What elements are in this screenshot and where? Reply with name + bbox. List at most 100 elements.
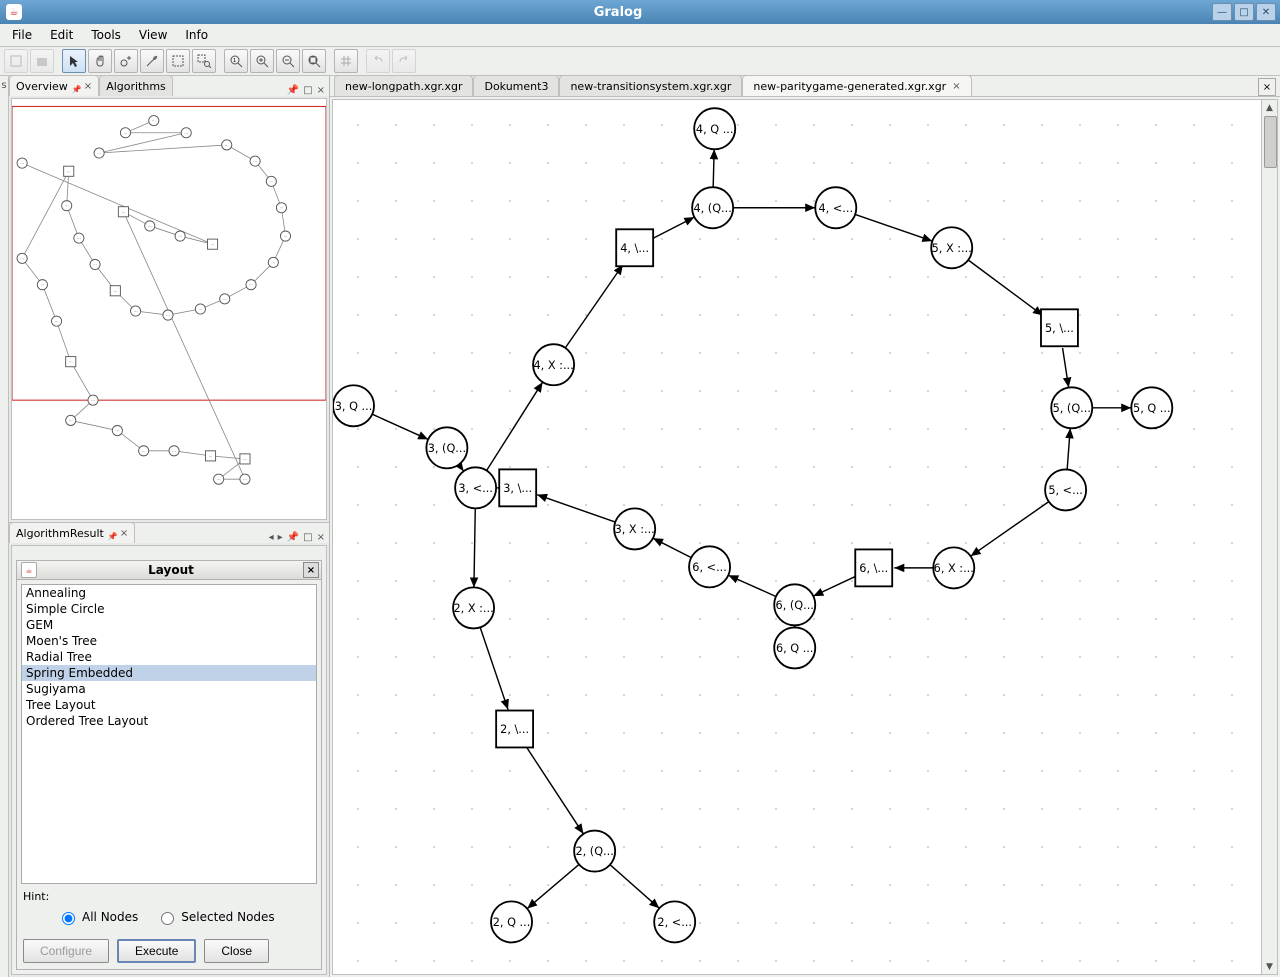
panel-pin-icon[interactable]: 📌 [287,532,299,543]
tool-hand-icon[interactable] [88,49,112,73]
radio-selected-nodes[interactable]: Selected Nodes [156,909,274,925]
tool-zoom-out-icon[interactable] [276,49,300,73]
scrollbar-thumb[interactable] [1264,116,1277,168]
graph-node[interactable]: 6, <... [689,546,730,587]
layout-item[interactable]: Ordered Tree Layout [22,713,316,729]
tool-zoom-100-icon[interactable]: 1 [224,49,248,73]
overview-panel[interactable]: ········································… [11,98,327,520]
menu-file[interactable]: File [4,26,40,44]
graph-node[interactable]: 4, Q ... [694,108,735,149]
graph-node[interactable]: 4, (Q... [692,187,733,228]
pin-icon[interactable] [72,82,80,90]
tool-grid-icon[interactable] [334,49,358,73]
tool-add-node-icon[interactable] [114,49,138,73]
graph-node[interactable]: 2, (Q... [574,831,615,872]
graph-node[interactable]: 5, (Q... [1051,387,1092,428]
minimize-button[interactable]: — [1212,3,1232,21]
vertical-scrollbar[interactable]: ▲ ▼ [1261,100,1277,974]
graph-node[interactable]: 6, Q ... [774,627,815,668]
graph-node[interactable]: 4, X :... [533,344,574,385]
close-icon[interactable]: × [120,528,128,539]
menu-edit[interactable]: Edit [42,26,81,44]
svg-text:···: ··· [225,143,229,148]
graph-node[interactable]: 5, Q ... [1131,387,1172,428]
close-window-button[interactable]: ✕ [1256,3,1276,21]
graph-node[interactable]: 3, (Q... [426,427,467,468]
svg-text:···: ··· [69,418,73,423]
svg-text:···: ··· [280,206,284,211]
document-tab[interactable]: new-longpath.xgr.xgr [334,75,473,96]
tab-overview[interactable]: Overview × [9,75,99,96]
layout-item[interactable]: Radial Tree [22,649,316,665]
graph-node[interactable]: 4, <... [815,187,856,228]
graph-node[interactable]: 6, \... [855,549,892,586]
panel-close-icon[interactable]: × [317,85,325,96]
graph-node[interactable]: 4, \... [616,229,653,266]
graph-node[interactable]: 3, \... [499,469,536,506]
panel-max-icon[interactable]: □ [303,532,312,543]
layout-list[interactable]: AnnealingSimple CircleGEMMoen's TreeRadi… [21,584,317,884]
menu-view[interactable]: View [131,26,175,44]
svg-text:···: ··· [77,236,81,241]
layout-item[interactable]: Moen's Tree [22,633,316,649]
tool-zoom-marquee-icon[interactable] [192,49,216,73]
panel-prev-icon[interactable]: ◂ [269,532,274,543]
scroll-up-icon[interactable]: ▲ [1262,100,1277,115]
graph-node[interactable]: 6, (Q... [774,584,815,625]
panel-next-icon[interactable]: ▸ [278,532,283,543]
layout-item[interactable]: GEM [22,617,316,633]
svg-text:4, \...: 4, \... [620,242,649,255]
menu-info[interactable]: Info [177,26,216,44]
graph-canvas[interactable]: 4, Q ... 4, (Q... 4, <... 4, \... 5, X :... 5… [332,99,1278,975]
layout-item[interactable]: Spring Embedded [22,665,316,681]
graph-node[interactable]: 2, X :... [453,587,494,628]
document-tab[interactable]: Dokument3 [473,75,559,96]
tool-undo-icon [366,49,390,73]
panel-close-icon[interactable]: × [317,532,325,543]
graph-node[interactable]: 6, X :... [933,547,974,588]
tool-cursor-icon[interactable] [62,49,86,73]
close-icon[interactable]: × [84,81,92,92]
tool-zoom-fit-icon[interactable] [302,49,326,73]
document-tab[interactable]: new-paritygame-generated.xgr.xgr × [742,75,971,96]
tab-algorithm-result[interactable]: AlgorithmResult × [9,522,135,543]
scroll-down-icon[interactable]: ▼ [1262,959,1277,974]
graph-node[interactable]: 5, <... [1045,469,1086,510]
document-tab-close-icon[interactable]: × [952,81,960,92]
tool-marquee-icon[interactable] [166,49,190,73]
execute-button[interactable]: Execute [117,939,196,963]
graph-node[interactable]: 2, <... [654,901,695,942]
tool-add-edge-icon[interactable] [140,49,164,73]
tabs-close-icon[interactable]: × [1258,78,1276,96]
layout-close-icon[interactable]: × [303,562,319,578]
left-panel-edge[interactable]: s [0,76,9,977]
layout-item[interactable]: Annealing [22,585,316,601]
graph-node[interactable]: 3, Q ... [333,385,374,426]
pin-icon[interactable] [108,529,116,537]
tool-new-icon [4,49,28,73]
tab-algorithms[interactable]: Algorithms [99,75,173,96]
panel-pin-icon[interactable]: 📌 [287,85,299,96]
layout-item[interactable]: Tree Layout [22,697,316,713]
document-tab[interactable]: new-transitionsystem.xgr.xgr [559,75,742,96]
graph-node[interactable]: 3, X :... [614,508,655,549]
svg-text:4, <...: 4, <... [819,202,854,215]
svg-text:···: ··· [93,262,97,267]
graph-node[interactable]: 2, \... [496,711,533,748]
graph-node[interactable]: 5, X :... [931,227,972,268]
result-tab-bar: AlgorithmResult × ◂ ▸ 📌 □ × [9,522,329,543]
maximize-button[interactable]: □ [1234,3,1254,21]
panel-max-icon[interactable]: □ [303,85,312,96]
svg-text:···: ··· [148,224,152,229]
radio-all-nodes[interactable]: All Nodes [57,909,138,925]
layout-item[interactable]: Simple Circle [22,601,316,617]
tool-zoom-in-icon[interactable] [250,49,274,73]
menu-tools[interactable]: Tools [83,26,129,44]
graph-node[interactable]: 5, \... [1041,309,1078,346]
layout-item[interactable]: Sugiyama [22,681,316,697]
svg-text:5, \...: 5, \... [1045,322,1074,335]
svg-text:···: ··· [172,449,176,454]
close-button[interactable]: Close [204,939,269,963]
graph-node[interactable]: 3, <... [455,467,496,508]
graph-node[interactable]: 2, Q ... [491,901,532,942]
